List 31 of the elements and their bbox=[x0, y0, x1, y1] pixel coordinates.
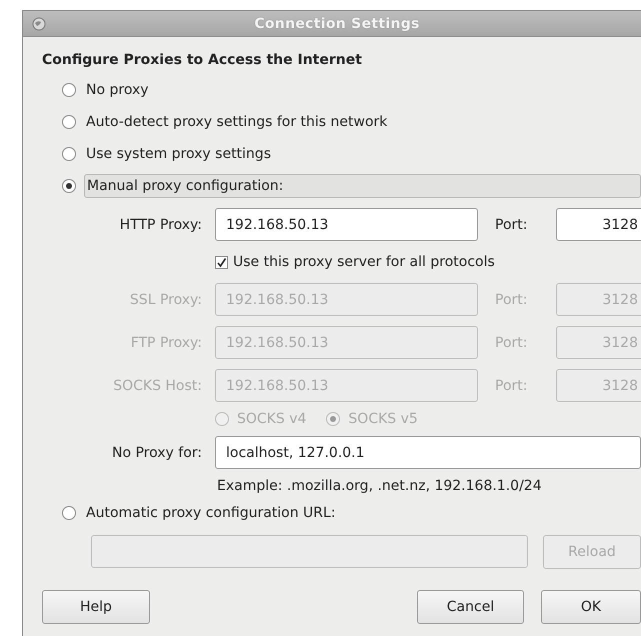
radio-label[interactable]: Auto-detect proxy settings for this network bbox=[84, 111, 392, 133]
field-label: HTTP Proxy: bbox=[118, 216, 202, 232]
help-button[interactable]: Help bbox=[42, 590, 150, 624]
checkbox[interactable] bbox=[215, 256, 228, 268]
no-proxy-field[interactable]: localhost, 127.0.0.1 bbox=[215, 436, 641, 469]
port-label: Port: bbox=[495, 378, 528, 394]
window-title: Connection Settings bbox=[253, 16, 421, 32]
port-label: Port: bbox=[495, 216, 528, 232]
radio-label[interactable]: Manual proxy configuration: bbox=[84, 174, 641, 198]
section-heading: Configure Proxies to Access the Internet bbox=[42, 52, 363, 70]
field-label: FTP Proxy: bbox=[130, 334, 202, 350]
radio-label[interactable]: No proxy bbox=[84, 79, 153, 101]
radio-button[interactable] bbox=[62, 147, 76, 161]
port-label: Port: bbox=[495, 334, 528, 350]
dialog-button[interactable]: OK bbox=[541, 590, 641, 624]
radio-button[interactable] bbox=[62, 83, 76, 97]
radio-button[interactable] bbox=[62, 179, 76, 193]
field-label: SOCKS Host: bbox=[112, 378, 202, 394]
field-label: SSL Proxy: bbox=[128, 292, 202, 308]
globe-icon bbox=[32, 16, 46, 30]
port-label: Port: bbox=[495, 292, 528, 308]
radio-button[interactable] bbox=[62, 115, 76, 129]
radio-button[interactable] bbox=[62, 506, 76, 520]
proxy-field[interactable]: 192.168.50.13 bbox=[215, 208, 478, 241]
hint-text: Example: .mozilla.org, .net.nz, 192.168.1.0/24 bbox=[217, 477, 543, 496]
radio-label[interactable]: Use system proxy settings bbox=[84, 143, 275, 165]
dialog-button[interactable]: Cancel bbox=[417, 590, 524, 624]
checkbox-label[interactable]: Use this proxy server for all protocols bbox=[233, 254, 495, 270]
port-spinner[interactable]: 3128 bbox=[556, 208, 641, 241]
field-label: No Proxy for: bbox=[110, 444, 202, 460]
radio-label[interactable]: Automatic proxy configuration URL: bbox=[84, 502, 340, 524]
